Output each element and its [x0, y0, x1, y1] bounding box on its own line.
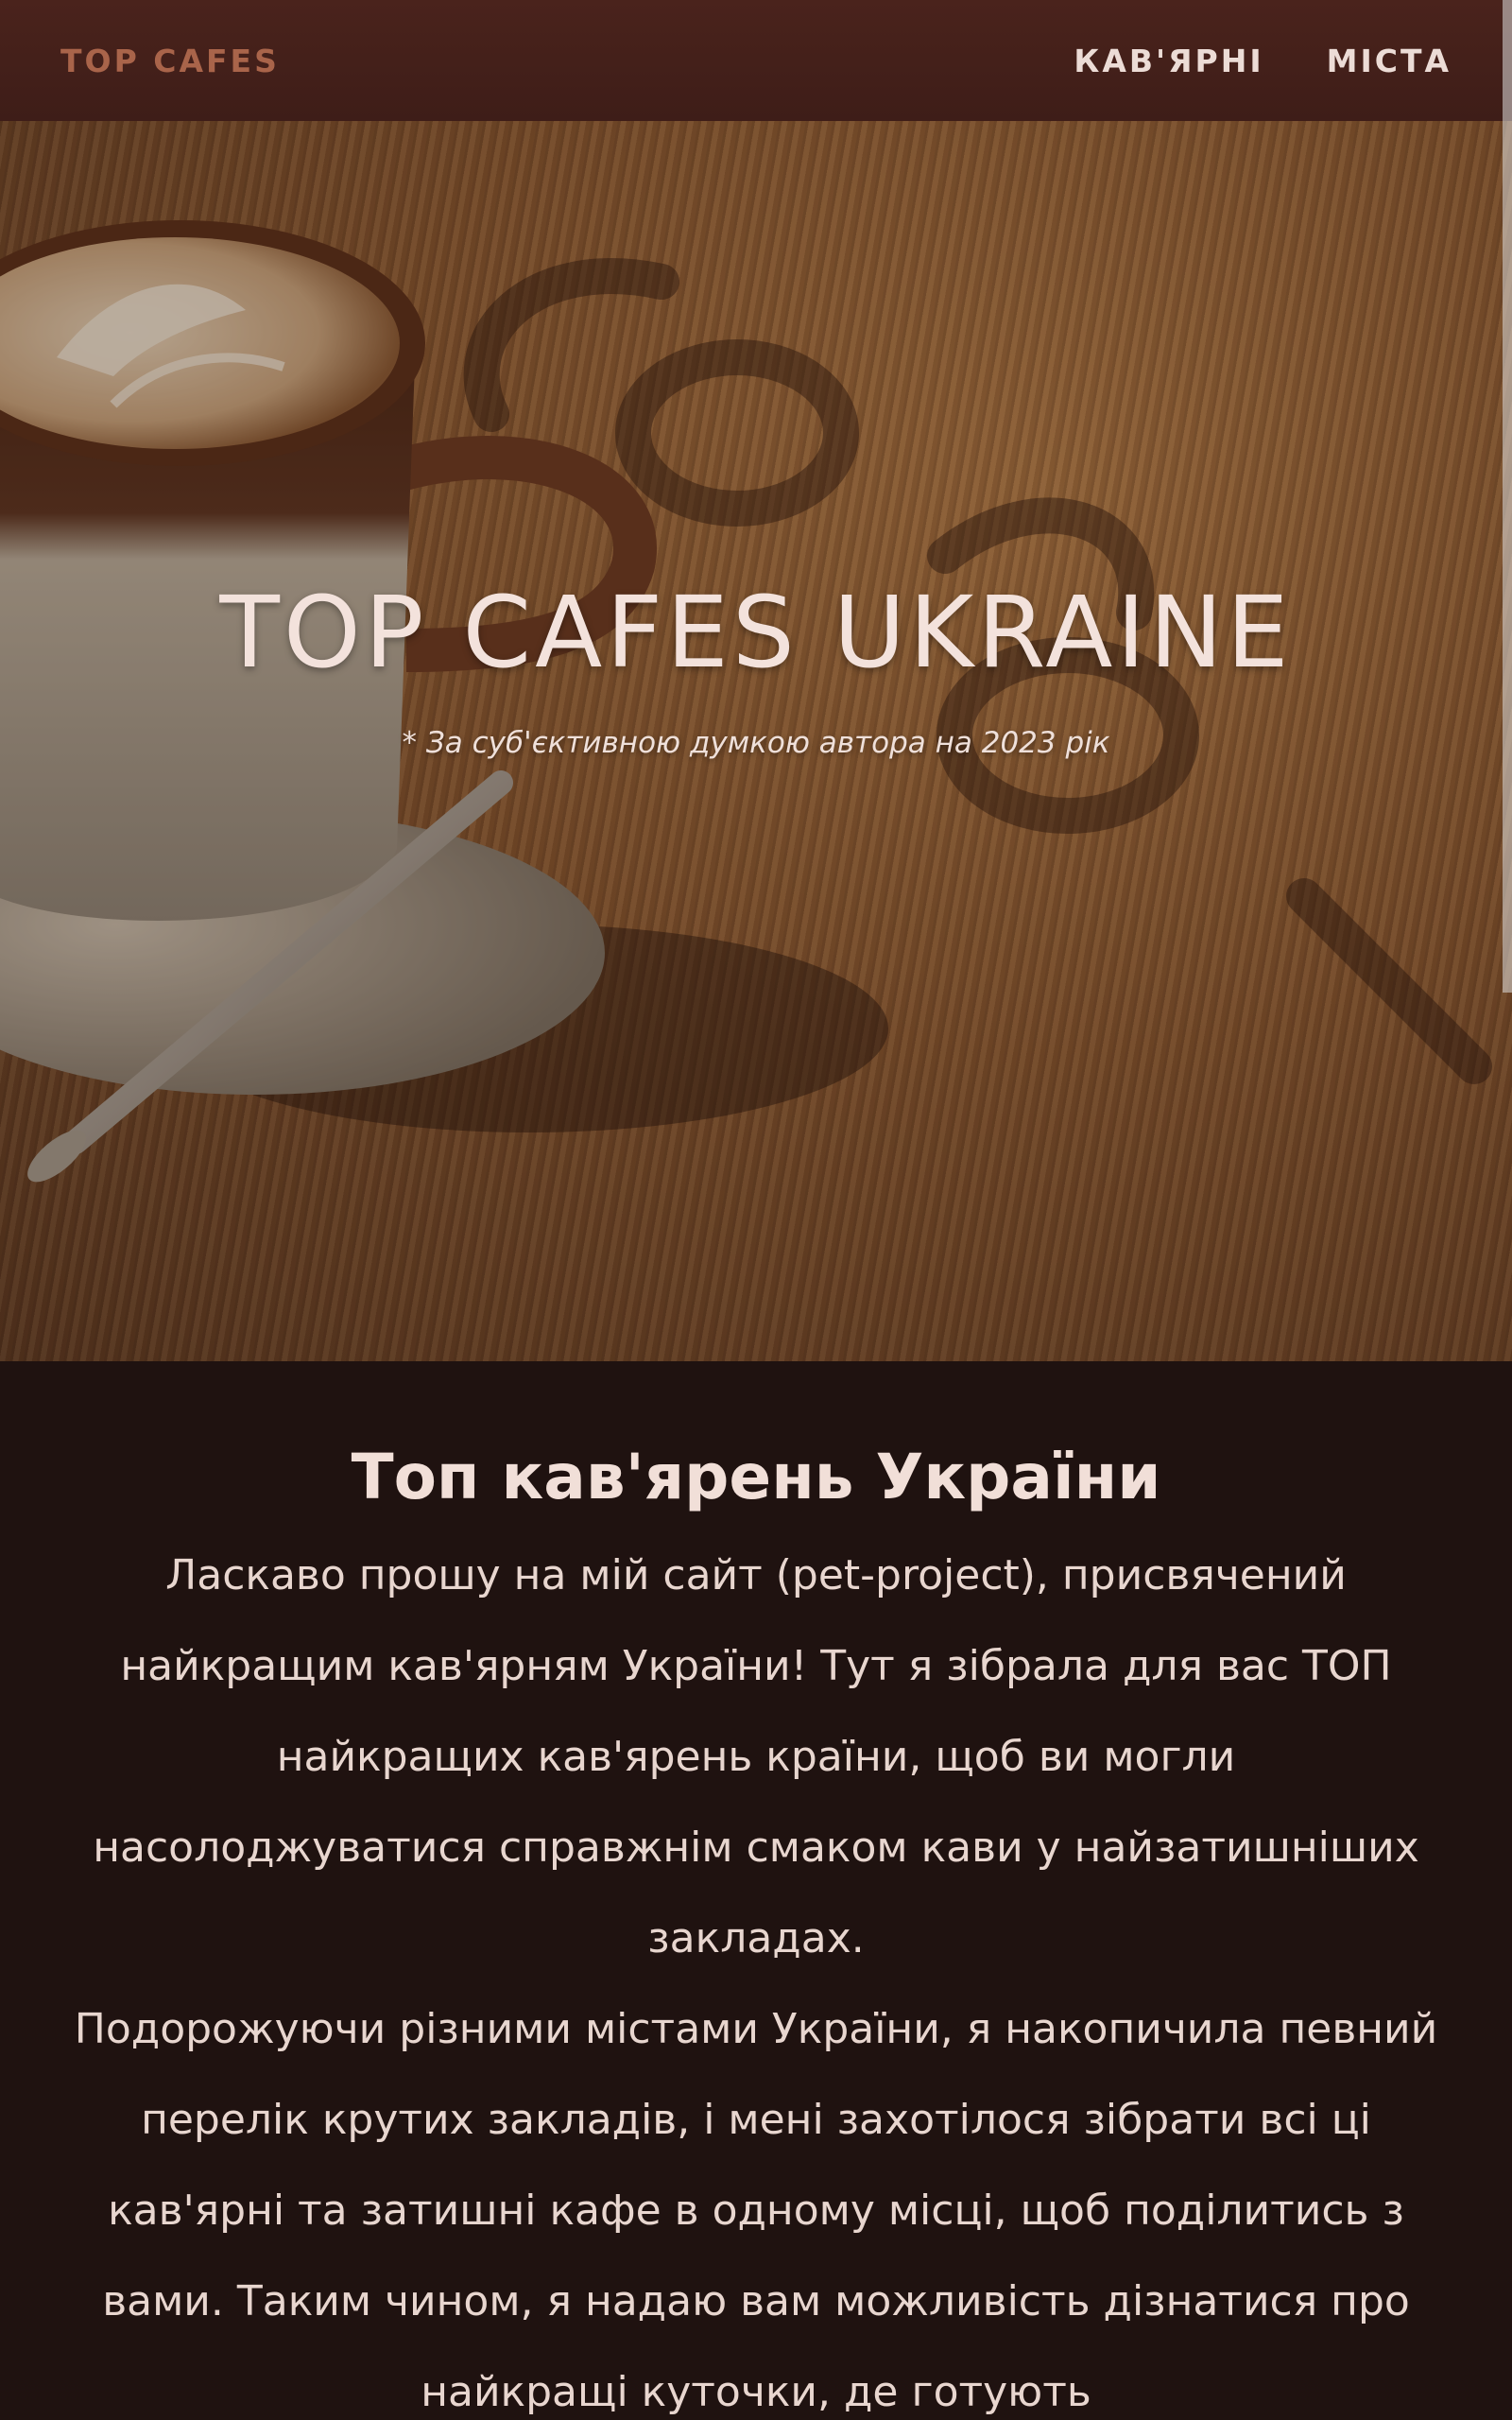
brand-link[interactable]: TOP CAFES — [60, 43, 280, 79]
nav-link-cities[interactable]: МІСТА — [1327, 43, 1452, 79]
intro-section: Топ кав'ярень України Ласкаво прошу на м… — [0, 1361, 1512, 2420]
intro-paragraph-2: Подорожуючи різними містами України, я н… — [74, 2005, 1438, 2416]
page: TOP CAFES КАВ'ЯРНІ МІСТА TOP CAFES UKRAI… — [0, 0, 1512, 2420]
navbar: TOP CAFES КАВ'ЯРНІ МІСТА — [0, 0, 1512, 121]
section-title: Топ кав'ярень України — [351, 1441, 1161, 1513]
scrollbar[interactable] — [1503, 0, 1512, 993]
nav-link-cafes[interactable]: КАВ'ЯРНІ — [1074, 43, 1263, 79]
nav-links: КАВ'ЯРНІ МІСТА — [1074, 43, 1452, 79]
hero-subtitle: * За суб'єктивною думкою автора на 2023 … — [402, 726, 1110, 760]
intro-paragraph-1: Ласкаво прошу на мій сайт (pet-project),… — [93, 1551, 1419, 1962]
hero-title: TOP CAFES UKRAINE — [219, 575, 1293, 690]
hero-banner: TOP CAFES UKRAINE * За суб'єктивною думк… — [0, 121, 1512, 1361]
